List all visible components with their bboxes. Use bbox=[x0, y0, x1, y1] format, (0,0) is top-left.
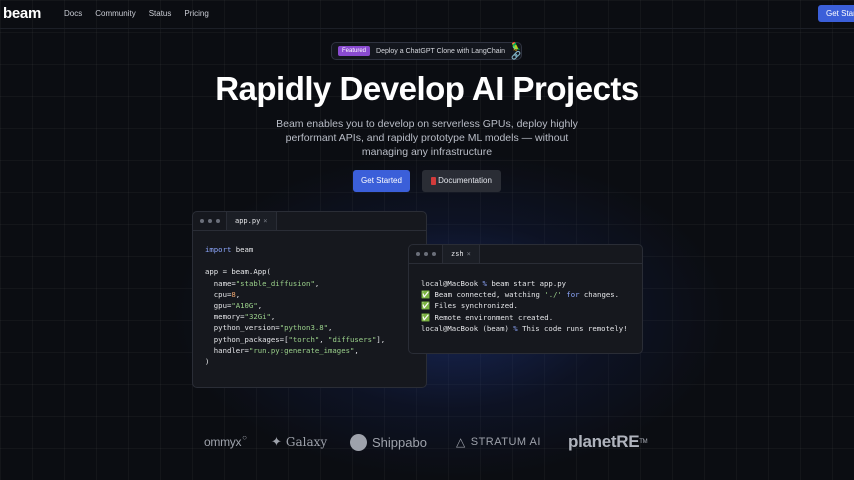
code-line: import beam bbox=[205, 245, 254, 254]
code-line: memory="32Gi", bbox=[205, 312, 276, 322]
top-nav: beam Docs Community Status Pricing Get S… bbox=[0, 0, 854, 29]
terminal-line: ✅ Remote environment created. bbox=[421, 312, 554, 322]
terminal-line: local@MacBook (beam) % This code runs re… bbox=[421, 323, 628, 333]
code-line: python_packages=["torch", "diffusers"], bbox=[205, 334, 386, 344]
featured-announcement[interactable]: Featured Deploy a ChatGPT Clone with Lan… bbox=[331, 42, 522, 60]
terminal-output: local@MacBook % beam start app.py ✅ Beam … bbox=[421, 278, 628, 334]
shippabo-logo: Shippabo bbox=[350, 428, 427, 456]
featured-badge: Featured bbox=[338, 46, 371, 56]
editor-tab-label: app.py bbox=[235, 217, 261, 225]
editor-tab-app-py[interactable]: app.py × bbox=[226, 212, 277, 230]
nav-link-pricing[interactable]: Pricing bbox=[184, 9, 208, 18]
nav-link-docs[interactable]: Docs bbox=[64, 9, 82, 18]
code-line: gpu="A10G", bbox=[205, 301, 263, 311]
galaxy-logo: ✦ Galaxy bbox=[271, 434, 328, 450]
window-dots bbox=[416, 252, 436, 256]
window-dots bbox=[200, 219, 220, 223]
code-editor-window: app.py × import beam app = beam.App( name… bbox=[192, 211, 427, 388]
hero-subtitle: Beam enables you to develop on serverles… bbox=[276, 118, 578, 158]
shippabo-mark-icon bbox=[350, 433, 367, 451]
nav-link-status[interactable]: Status bbox=[149, 9, 172, 18]
code-line: handler="run.py:generate_images", bbox=[205, 345, 359, 355]
beam-logo[interactable]: beam bbox=[3, 5, 41, 22]
terminal-title-bar: zsh × bbox=[409, 245, 642, 264]
code-line: name="stable_diffusion", bbox=[205, 278, 320, 288]
book-icon bbox=[431, 177, 437, 185]
nav-get-started-button[interactable]: Get Started bbox=[818, 5, 854, 22]
nav-links: Docs Community Status Pricing bbox=[64, 9, 209, 18]
langchain-icon: 🦜🔗 bbox=[511, 42, 522, 60]
nav-link-community[interactable]: Community bbox=[95, 9, 135, 18]
code-line: app = beam.App( bbox=[205, 267, 271, 277]
close-icon[interactable]: × bbox=[467, 250, 471, 258]
get-started-button[interactable]: Get Started bbox=[353, 170, 410, 192]
documentation-label: Documentation bbox=[438, 176, 492, 185]
close-icon[interactable]: × bbox=[263, 217, 267, 225]
planetre-logo: planetRE TM bbox=[568, 432, 648, 451]
customer-logos: ommyx ○ ✦ Galaxy Shippabo △ STRATUM AI plan… bbox=[0, 428, 854, 456]
terminal-line: ✅ Files synchronized. bbox=[421, 301, 518, 311]
ommyx-logo: ommyx ○ bbox=[204, 432, 247, 450]
sparkle-icon: ✦ bbox=[271, 434, 282, 450]
terminal-line: ✅ Beam connected, watching './' for chan… bbox=[421, 290, 620, 300]
featured-text: Deploy a ChatGPT Clone with LangChain bbox=[376, 47, 506, 55]
hero-title: Rapidly Develop AI Projects bbox=[215, 70, 639, 107]
stratum-ai-logo: △ STRATUM AI bbox=[456, 435, 541, 449]
terminal-line: local@MacBook % beam start app.py bbox=[421, 279, 566, 288]
documentation-button[interactable]: Documentation bbox=[422, 170, 501, 192]
code-line: python_version="python3.8", bbox=[205, 323, 333, 333]
editor-title-bar: app.py × bbox=[193, 212, 426, 231]
code-line: ) bbox=[205, 357, 210, 367]
triangle-icon: △ bbox=[456, 435, 466, 449]
terminal-tab-label: zsh bbox=[451, 250, 464, 258]
code-line: cpu=8, bbox=[205, 289, 241, 299]
terminal-window: zsh × local@MacBook % beam start app.py ✅ … bbox=[408, 244, 643, 354]
terminal-tab-zsh[interactable]: zsh × bbox=[442, 245, 480, 263]
editor-code: import beam app = beam.App( name="stable… bbox=[205, 244, 385, 367]
